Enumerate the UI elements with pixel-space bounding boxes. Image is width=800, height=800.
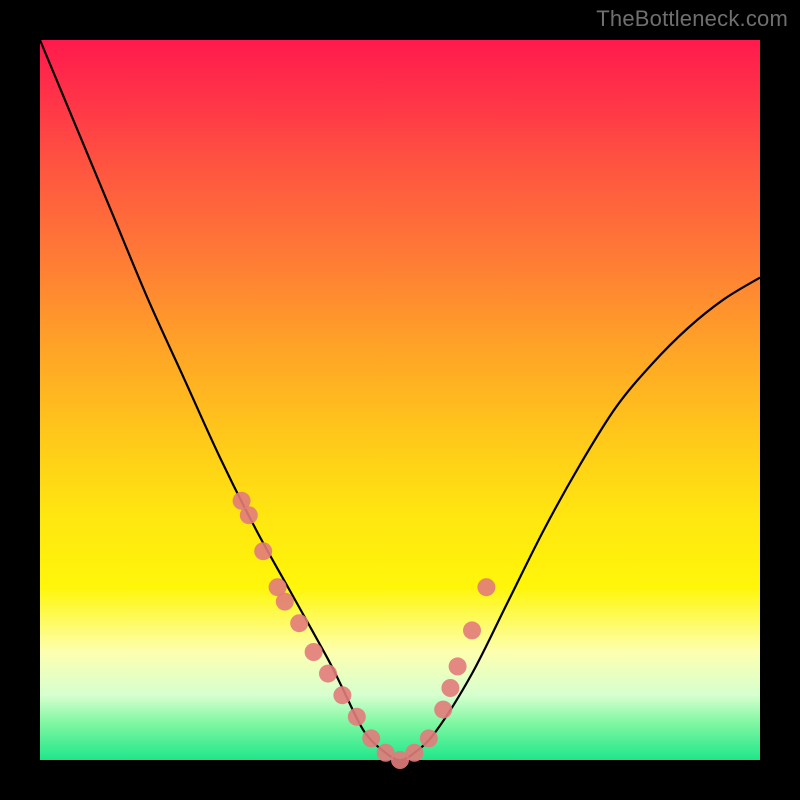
highlight-dot <box>441 679 459 697</box>
highlight-dot <box>319 665 337 683</box>
highlight-dot <box>477 578 495 596</box>
highlight-dot <box>254 542 272 560</box>
highlight-dot <box>434 701 452 719</box>
curve-svg <box>40 40 760 760</box>
highlight-dot <box>276 593 294 611</box>
highlight-dot <box>348 708 366 726</box>
highlight-dot <box>362 729 380 747</box>
chart-frame: TheBottleneck.com <box>0 0 800 800</box>
highlight-dot <box>240 506 258 524</box>
highlight-dots-group <box>233 492 496 769</box>
highlight-dot <box>405 744 423 762</box>
highlight-dot <box>449 657 467 675</box>
highlight-dot <box>420 729 438 747</box>
highlight-dot <box>290 614 308 632</box>
bottleneck-curve <box>40 40 760 760</box>
highlight-dot <box>305 643 323 661</box>
highlight-dot <box>333 686 351 704</box>
plot-area <box>40 40 760 760</box>
highlight-dot <box>463 621 481 639</box>
watermark-text: TheBottleneck.com <box>596 6 788 32</box>
